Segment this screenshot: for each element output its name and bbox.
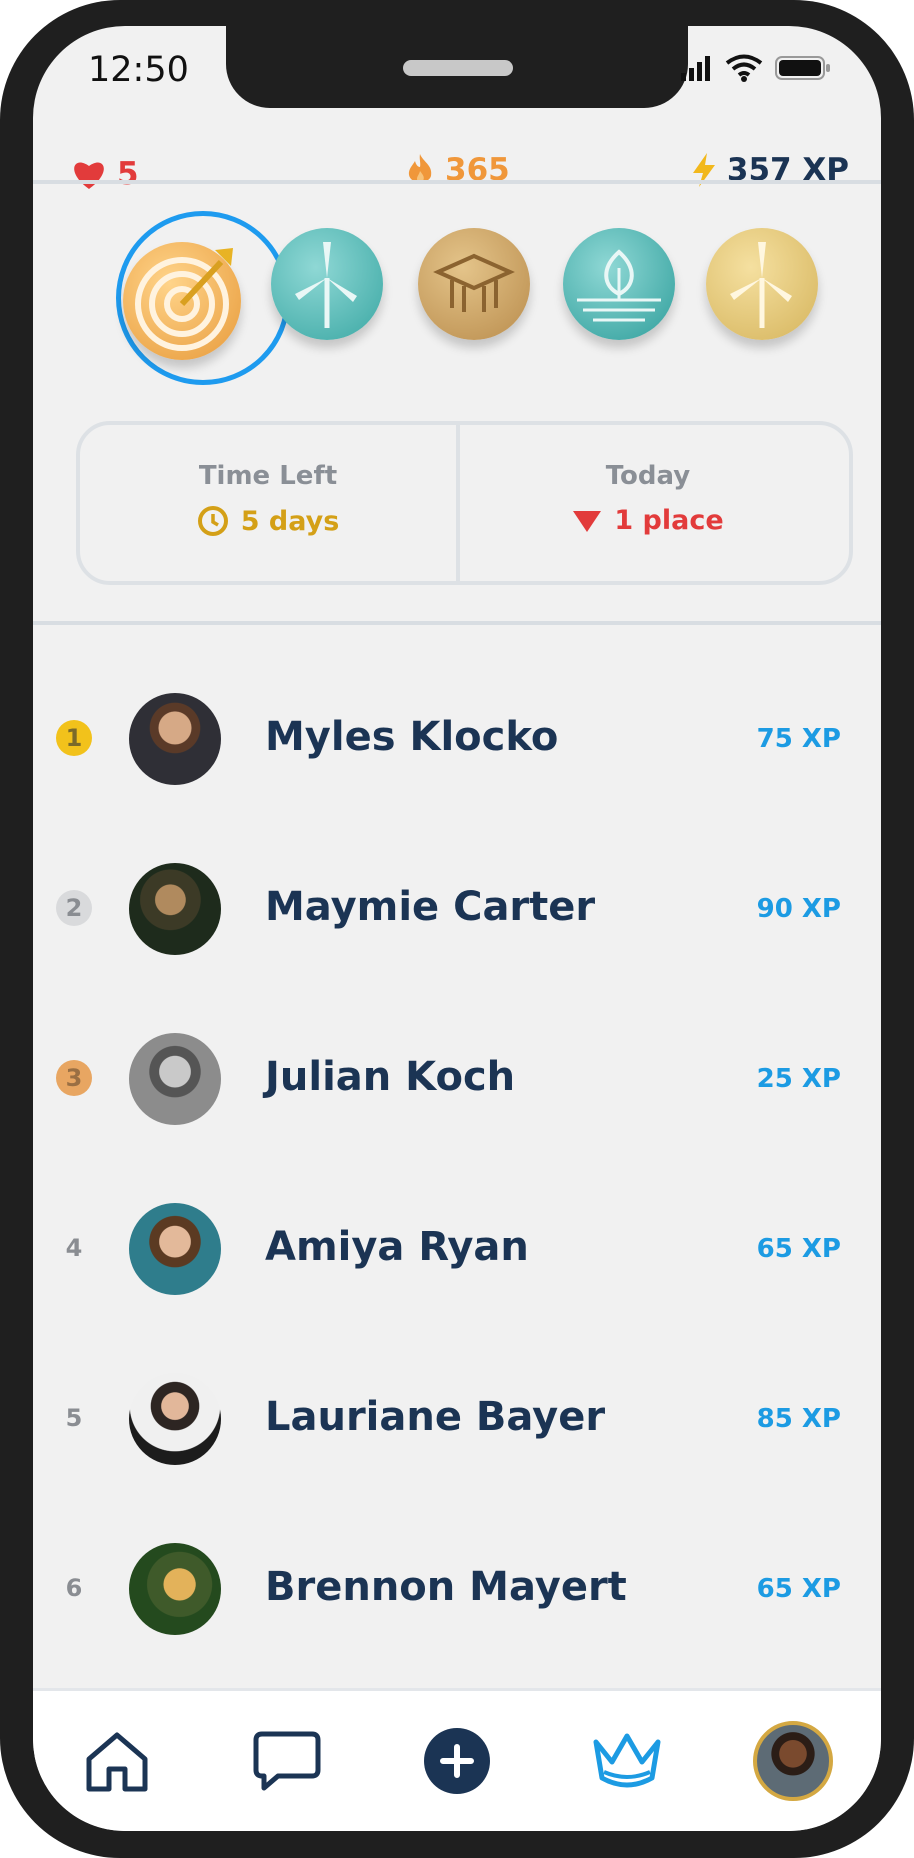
leaderboard-row[interactable]: 6 Brennon Mayert 65 XP: [33, 1536, 881, 1646]
top-stats-bar: 5 365 357 XP: [33, 126, 881, 206]
avatar: [129, 1033, 221, 1125]
avatar: [129, 1543, 221, 1635]
leaderboard-row[interactable]: 3 Julian Koch 25 XP: [33, 1026, 881, 1136]
user-xp: 90 XP: [756, 894, 841, 924]
today-section: Today 1 place: [460, 425, 836, 581]
rank-badge-bronze: 3: [56, 1060, 92, 1096]
hearts-stat[interactable]: 5: [71, 156, 139, 192]
profile-avatar: [753, 1721, 833, 1801]
target-icon: [135, 248, 233, 351]
user-xp: 75 XP: [756, 724, 841, 754]
graduation-cap-icon: [433, 253, 515, 312]
leaderboard-row[interactable]: 4 Amiya Ryan 65 XP: [33, 1196, 881, 1306]
tab-profile[interactable]: [753, 1721, 833, 1801]
speaker: [403, 60, 513, 76]
league-info-card: Time Left 5 days Today 1 place: [76, 421, 853, 585]
target-badge[interactable]: [123, 242, 241, 360]
user-name: Amiya Ryan: [265, 1224, 529, 1270]
battery-icon: [775, 56, 830, 80]
avatar: [129, 1373, 221, 1465]
chat-icon: [253, 1731, 321, 1791]
user-name: Myles Klocko: [265, 714, 559, 760]
user-name: Brennon Mayert: [265, 1564, 627, 1610]
down-arrow-icon: [573, 510, 602, 532]
leaderboard-row[interactable]: 2 Maymie Carter 90 XP: [33, 856, 881, 966]
wind-turbine-teal-badge[interactable]: [271, 228, 383, 340]
hearts-count: 5: [117, 156, 139, 192]
crown-icon: [593, 1733, 661, 1788]
avatar: [129, 863, 221, 955]
clock-icon: [197, 506, 228, 536]
wind-turbine-gold-badge[interactable]: [706, 228, 818, 340]
user-name: Maymie Carter: [265, 884, 596, 930]
tab-home[interactable]: [77, 1721, 157, 1801]
header-divider: [33, 180, 881, 184]
wind-turbine-icon: [730, 242, 792, 328]
leaderboard-row[interactable]: 1 Myles Klocko 75 XP: [33, 686, 881, 796]
rank-badge-silver: 2: [56, 890, 92, 926]
graduation-cap-bronze-badge[interactable]: [418, 228, 530, 340]
add-icon: [424, 1728, 490, 1794]
signal-icon: [681, 56, 710, 81]
tab-chat[interactable]: [247, 1721, 327, 1801]
user-xp: 25 XP: [756, 1064, 841, 1094]
bottom-tab-bar: [33, 1688, 881, 1831]
status-icons: [679, 54, 831, 82]
user-name: Lauriane Bayer: [265, 1394, 606, 1440]
badges-carousel: [33, 211, 881, 421]
today-label: Today: [605, 461, 691, 491]
wind-turbine-icon: [295, 242, 357, 328]
info-divider: [33, 621, 881, 625]
user-name: Julian Koch: [265, 1054, 516, 1100]
phone-frame: 12:50 5 365 357 XP Time Left 5 days Toda…: [0, 0, 914, 1858]
leaf-teal-badge[interactable]: [563, 228, 675, 340]
avatar: [129, 1203, 221, 1295]
leaderboard-row[interactable]: 5 Lauriane Bayer 85 XP: [33, 1366, 881, 1476]
user-xp: 65 XP: [756, 1574, 841, 1604]
user-xp: 85 XP: [756, 1404, 841, 1434]
avatar: [129, 693, 221, 785]
wifi-icon: [725, 54, 763, 82]
rank-number: 5: [65, 1404, 83, 1432]
status-time: 12:50: [88, 50, 189, 90]
user-xp: 65 XP: [756, 1234, 841, 1264]
rank-number: 6: [65, 1574, 83, 1602]
home-icon: [86, 1732, 148, 1792]
today-value: 1 place: [614, 505, 724, 536]
time-left-section: Time Left 5 days: [80, 425, 456, 581]
leaf-icon: [577, 249, 661, 322]
today-value-row: 1 place: [460, 505, 836, 536]
time-left-label: Time Left: [198, 461, 338, 491]
tab-add[interactable]: [417, 1721, 497, 1801]
app-screen: 12:50 5 365 357 XP Time Left 5 days Toda…: [33, 26, 881, 1831]
rank-badge-gold: 1: [56, 720, 92, 756]
heart-icon: [74, 162, 104, 189]
time-left-value-row: 5 days: [80, 505, 456, 537]
rank-number: 4: [65, 1234, 83, 1262]
tab-leaderboard[interactable]: [587, 1721, 667, 1801]
time-left-value: 5 days: [240, 505, 340, 537]
